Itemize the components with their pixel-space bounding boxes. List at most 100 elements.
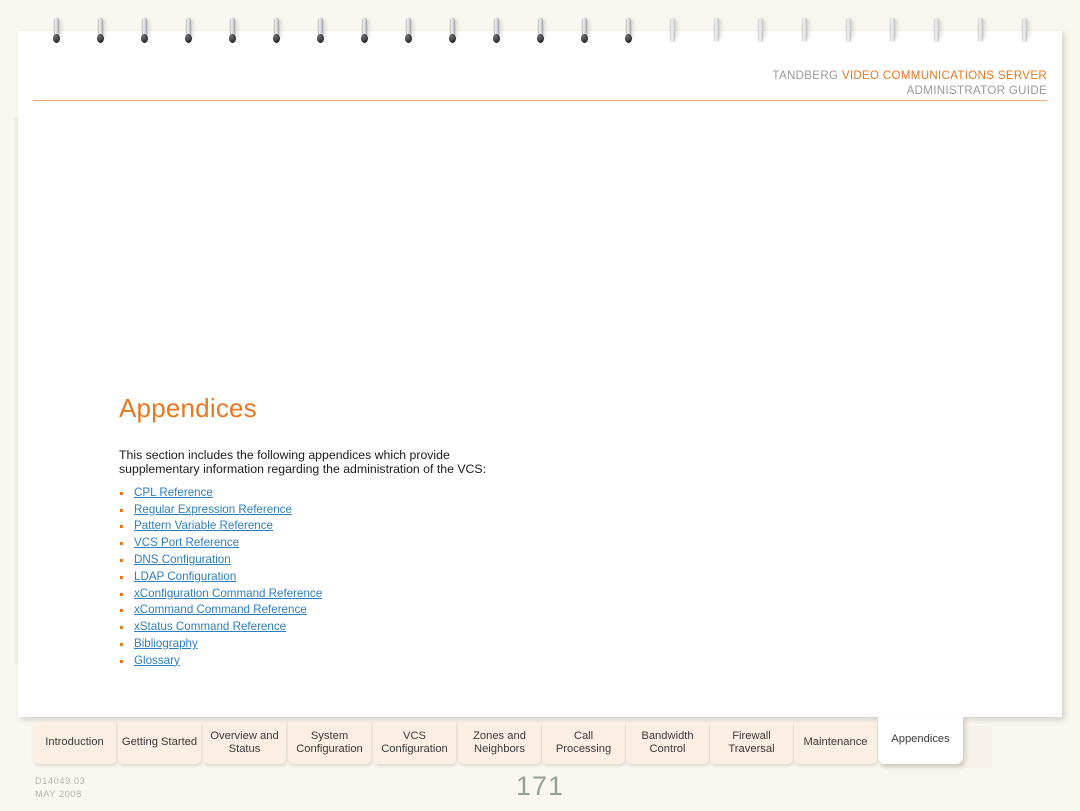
appendix-link[interactable]: LDAP Configuration bbox=[134, 570, 236, 583]
binding-ring bbox=[1020, 18, 1030, 48]
bullet-icon bbox=[120, 626, 123, 630]
tab-zones-and-neighbors[interactable]: Zones and Neighbors bbox=[458, 722, 541, 764]
binding-ring bbox=[272, 18, 282, 48]
tab-label: Maintenance bbox=[803, 736, 868, 749]
tab-introduction[interactable]: Introduction bbox=[33, 722, 116, 764]
appendix-link[interactable]: VCS Port Reference bbox=[134, 536, 239, 549]
appendix-link[interactable]: xCommand Command Reference bbox=[134, 603, 307, 616]
appendix-link[interactable]: Bibliography bbox=[134, 637, 198, 650]
tab-firewall-traversal[interactable]: Firewall Traversal bbox=[710, 722, 793, 764]
binding-ring-nub bbox=[493, 34, 500, 43]
bullet-icon bbox=[120, 609, 123, 613]
tab-overview-and-status[interactable]: Overview and Status bbox=[203, 722, 286, 764]
binding-ring-nub bbox=[361, 34, 368, 43]
binding-ring-nub bbox=[581, 34, 588, 43]
binding-ring-wire bbox=[802, 18, 807, 42]
binding-ring-nub bbox=[405, 34, 412, 43]
appendix-link-list: CPL Reference Regular Expression Referenc… bbox=[119, 485, 819, 670]
page-content: Appendices This section includes the fol… bbox=[119, 393, 819, 670]
list-item: LDAP Configuration bbox=[119, 569, 819, 586]
page-header: TANDBERG VIDEO COMMUNICATIONS SERVER ADM… bbox=[772, 69, 1047, 99]
binding-ring bbox=[360, 18, 370, 48]
brand-line: TANDBERG VIDEO COMMUNICATIONS SERVER bbox=[772, 69, 1047, 84]
tab-vcs-configuration[interactable]: VCS Configuration bbox=[373, 722, 456, 764]
spiral-binding bbox=[0, 0, 1080, 60]
list-item: Glossary bbox=[119, 653, 819, 670]
binding-ring-nub bbox=[317, 34, 324, 43]
binding-ring bbox=[52, 18, 62, 48]
binding-ring-wire bbox=[934, 18, 939, 42]
tab-label: Zones and Neighbors bbox=[473, 729, 526, 755]
binding-ring bbox=[316, 18, 326, 48]
binding-ring bbox=[976, 18, 986, 48]
list-item: CPL Reference bbox=[119, 485, 819, 502]
tab-call-processing[interactable]: Call Processing bbox=[542, 722, 625, 764]
tab-label: VCS Configuration bbox=[381, 729, 448, 755]
bullet-icon bbox=[120, 491, 123, 495]
tab-label: System Configuration bbox=[296, 729, 363, 755]
tab-appendices[interactable]: Appendices bbox=[878, 716, 963, 764]
bullet-icon bbox=[120, 558, 123, 562]
binding-ring bbox=[800, 18, 810, 48]
document-page: TANDBERG VIDEO COMMUNICATIONS SERVER ADM… bbox=[18, 31, 1062, 717]
brand-accent: VIDEO COMMUNICATIONS SERVER bbox=[841, 70, 1047, 82]
binding-ring bbox=[580, 18, 590, 48]
list-item: xCommand Command Reference bbox=[119, 602, 819, 619]
tab-system-configuration[interactable]: System Configuration bbox=[288, 722, 371, 764]
list-item: DNS Configuration bbox=[119, 552, 819, 569]
appendix-link[interactable]: Regular Expression Reference bbox=[134, 503, 292, 516]
binding-ring-nub bbox=[53, 34, 60, 43]
binding-ring-nub bbox=[449, 34, 456, 43]
tab-maintenance[interactable]: Maintenance bbox=[794, 722, 877, 764]
binding-ring-nub bbox=[537, 34, 544, 43]
bullet-icon bbox=[120, 542, 123, 546]
binding-ring-nub bbox=[229, 34, 236, 43]
binding-ring-nub bbox=[185, 34, 192, 43]
list-item: Bibliography bbox=[119, 636, 819, 653]
appendix-link[interactable]: xConfiguration Command Reference bbox=[134, 587, 322, 600]
binding-ring bbox=[140, 18, 150, 48]
binding-ring bbox=[184, 18, 194, 48]
appendix-link[interactable]: DNS Configuration bbox=[134, 553, 231, 566]
bullet-icon bbox=[120, 508, 123, 512]
bullet-icon bbox=[120, 575, 123, 579]
tab-getting-started[interactable]: Getting Started bbox=[118, 722, 201, 764]
binding-ring-wire bbox=[1022, 18, 1027, 42]
bullet-icon bbox=[120, 659, 123, 663]
appendix-link[interactable]: xStatus Command Reference bbox=[134, 620, 286, 633]
binding-ring-nub bbox=[97, 34, 104, 43]
binding-ring bbox=[624, 18, 634, 48]
binding-ring bbox=[888, 18, 898, 48]
binding-ring-wire bbox=[670, 18, 675, 42]
list-item: Pattern Variable Reference bbox=[119, 518, 819, 535]
binding-ring bbox=[96, 18, 106, 48]
binding-ring bbox=[844, 18, 854, 48]
appendix-link[interactable]: CPL Reference bbox=[134, 486, 213, 499]
binding-ring-wire bbox=[890, 18, 895, 42]
tab-label: Call Processing bbox=[555, 729, 612, 755]
binding-ring bbox=[448, 18, 458, 48]
bullet-icon bbox=[120, 592, 123, 596]
binding-ring bbox=[404, 18, 414, 48]
binding-ring-nub bbox=[273, 34, 280, 43]
list-item: VCS Port Reference bbox=[119, 535, 819, 552]
binding-ring-wire bbox=[714, 18, 719, 42]
binding-ring bbox=[756, 18, 766, 48]
tab-label: Introduction bbox=[45, 736, 104, 749]
binding-ring-nub bbox=[625, 34, 632, 43]
binding-ring bbox=[228, 18, 238, 48]
section-tab-bar: Introduction Getting Started Overview and … bbox=[0, 714, 1080, 764]
tab-label: Overview and Status bbox=[210, 729, 279, 755]
appendix-link[interactable]: Pattern Variable Reference bbox=[134, 519, 273, 532]
page-number: 171 bbox=[515, 771, 565, 801]
brand-prefix: TANDBERG bbox=[772, 70, 842, 82]
binding-ring bbox=[668, 18, 678, 48]
binding-ring-nub bbox=[141, 34, 148, 43]
tab-bandwidth-control[interactable]: Bandwidth Control bbox=[626, 722, 709, 764]
bullet-icon bbox=[120, 525, 123, 529]
appendix-link[interactable]: Glossary bbox=[134, 654, 180, 667]
tab-label: Appendices bbox=[891, 733, 950, 746]
list-item: xStatus Command Reference bbox=[119, 619, 819, 636]
binding-ring-wire bbox=[846, 18, 851, 42]
binding-ring bbox=[536, 18, 546, 48]
